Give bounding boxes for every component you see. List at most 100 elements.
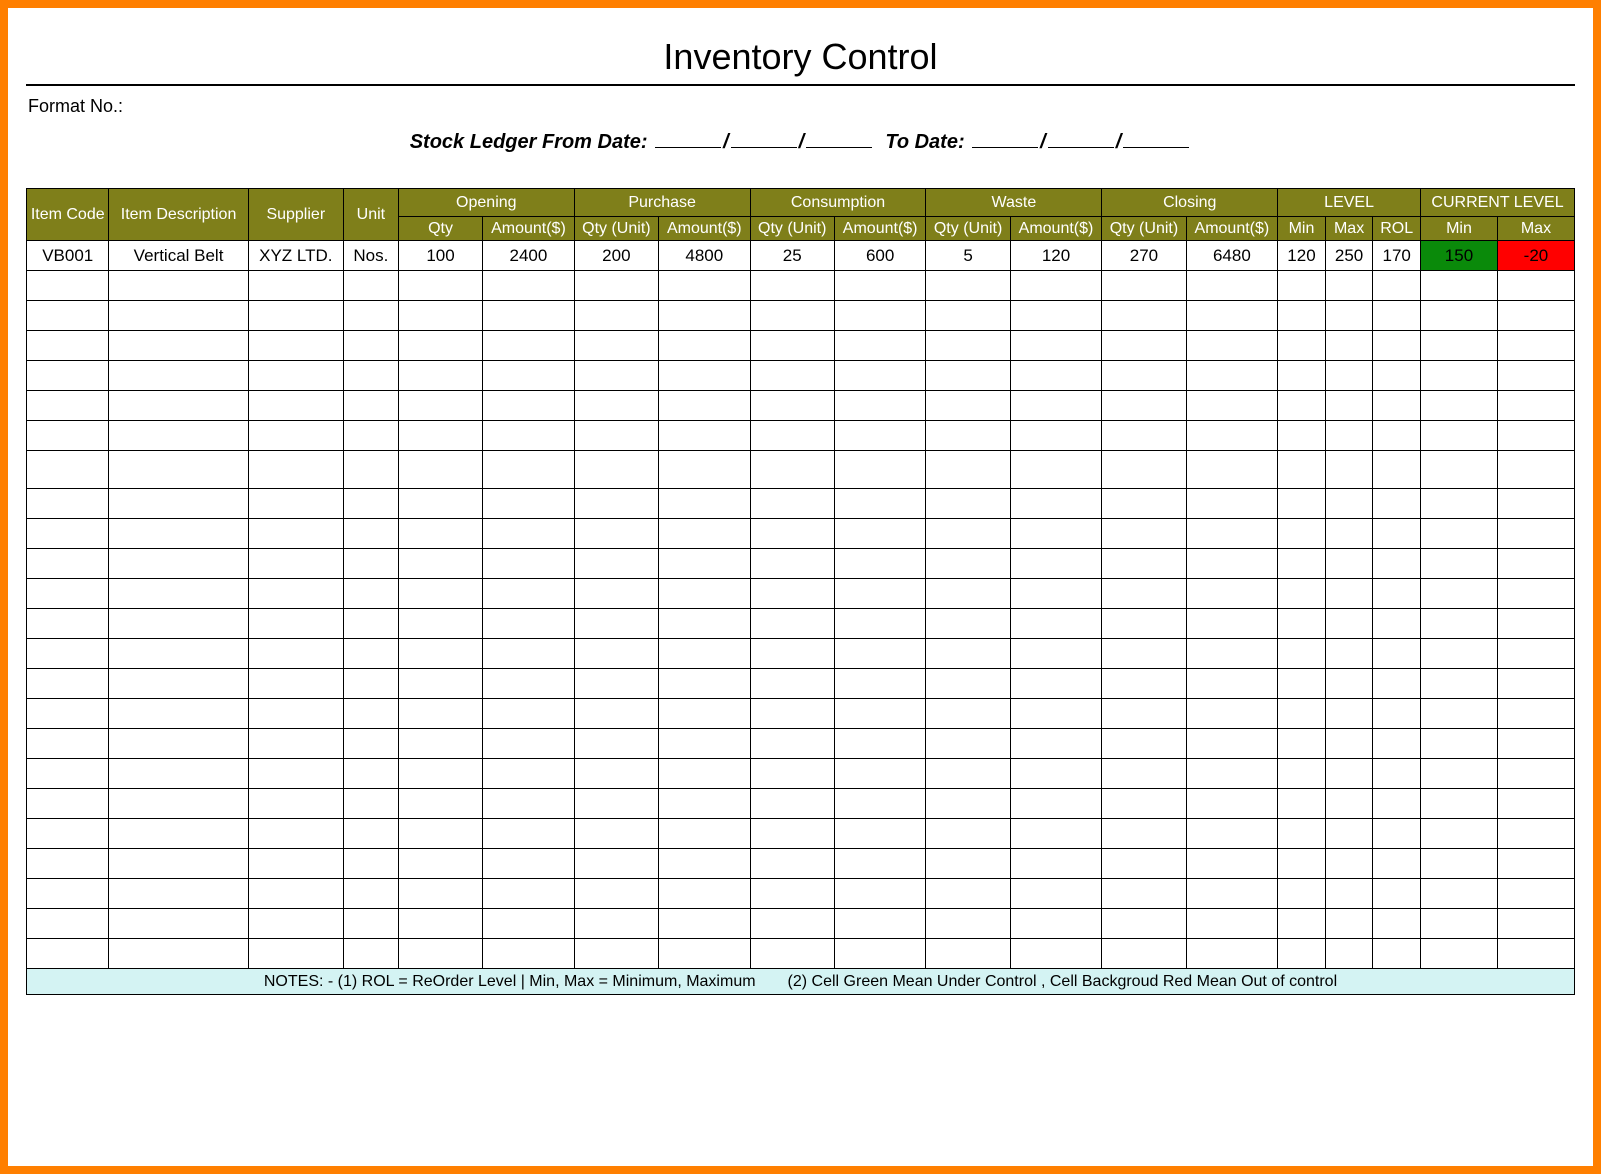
empty-cell[interactable] (1102, 271, 1186, 301)
empty-cell[interactable] (834, 669, 926, 699)
empty-cell[interactable] (483, 699, 575, 729)
empty-cell[interactable] (1421, 391, 1498, 421)
empty-cell[interactable] (27, 699, 109, 729)
empty-cell[interactable] (1186, 519, 1278, 549)
empty-cell[interactable] (109, 489, 248, 519)
empty-cell[interactable] (1325, 301, 1373, 331)
empty-cell[interactable] (398, 519, 482, 549)
empty-cell[interactable] (27, 939, 109, 969)
empty-cell[interactable] (750, 391, 834, 421)
empty-cell[interactable] (750, 819, 834, 849)
empty-cell[interactable] (750, 609, 834, 639)
empty-cell[interactable] (1497, 549, 1574, 579)
empty-cell[interactable] (1102, 759, 1186, 789)
empty-cell[interactable] (398, 331, 482, 361)
empty-cell[interactable] (1325, 421, 1373, 451)
empty-cell[interactable] (1102, 489, 1186, 519)
empty-cell[interactable] (659, 421, 751, 451)
empty-cell[interactable] (750, 271, 834, 301)
empty-cell[interactable] (574, 519, 658, 549)
empty-cell[interactable] (109, 639, 248, 669)
empty-cell[interactable] (926, 361, 1010, 391)
empty-cell[interactable] (343, 729, 398, 759)
empty-cell[interactable] (109, 909, 248, 939)
empty-cell[interactable] (1421, 549, 1498, 579)
empty-cell[interactable] (27, 639, 109, 669)
empty-cell[interactable] (1010, 451, 1102, 489)
empty-cell[interactable] (926, 909, 1010, 939)
empty-cell[interactable] (1497, 301, 1574, 331)
empty-cell[interactable] (248, 489, 343, 519)
empty-cell[interactable] (926, 819, 1010, 849)
empty-cell[interactable] (1102, 361, 1186, 391)
empty-cell[interactable] (398, 819, 482, 849)
empty-cell[interactable] (926, 699, 1010, 729)
empty-cell[interactable] (398, 699, 482, 729)
empty-cell[interactable] (1373, 669, 1421, 699)
empty-cell[interactable] (1186, 849, 1278, 879)
empty-cell[interactable] (659, 609, 751, 639)
empty-cell[interactable] (27, 849, 109, 879)
empty-cell[interactable] (248, 609, 343, 639)
empty-cell[interactable] (926, 549, 1010, 579)
empty-cell[interactable] (1278, 759, 1326, 789)
empty-cell[interactable] (27, 331, 109, 361)
empty-cell[interactable] (343, 519, 398, 549)
empty-cell[interactable] (1102, 849, 1186, 879)
cell-level_max[interactable]: 250 (1325, 241, 1373, 271)
empty-cell[interactable] (343, 759, 398, 789)
empty-cell[interactable] (343, 579, 398, 609)
empty-cell[interactable] (1497, 421, 1574, 451)
empty-cell[interactable] (574, 331, 658, 361)
empty-cell[interactable] (1421, 361, 1498, 391)
empty-cell[interactable] (1325, 361, 1373, 391)
empty-cell[interactable] (1421, 939, 1498, 969)
empty-cell[interactable] (1421, 789, 1498, 819)
empty-cell[interactable] (483, 451, 575, 489)
empty-cell[interactable] (27, 759, 109, 789)
empty-cell[interactable] (27, 489, 109, 519)
empty-cell[interactable] (398, 609, 482, 639)
empty-cell[interactable] (1278, 271, 1326, 301)
empty-cell[interactable] (483, 669, 575, 699)
empty-cell[interactable] (834, 849, 926, 879)
empty-cell[interactable] (109, 271, 248, 301)
empty-cell[interactable] (483, 361, 575, 391)
empty-cell[interactable] (1102, 879, 1186, 909)
empty-cell[interactable] (1373, 489, 1421, 519)
empty-cell[interactable] (1102, 301, 1186, 331)
empty-cell[interactable] (1102, 789, 1186, 819)
cell-level_rol[interactable]: 170 (1373, 241, 1421, 271)
empty-cell[interactable] (248, 729, 343, 759)
empty-cell[interactable] (27, 301, 109, 331)
empty-cell[interactable] (574, 849, 658, 879)
empty-cell[interactable] (109, 301, 248, 331)
cell-purchase_amt[interactable]: 4800 (659, 241, 751, 271)
empty-cell[interactable] (1186, 729, 1278, 759)
empty-cell[interactable] (574, 579, 658, 609)
empty-cell[interactable] (1010, 549, 1102, 579)
empty-cell[interactable] (1102, 391, 1186, 421)
empty-cell[interactable] (109, 819, 248, 849)
empty-cell[interactable] (109, 579, 248, 609)
empty-cell[interactable] (248, 849, 343, 879)
empty-cell[interactable] (109, 361, 248, 391)
empty-cell[interactable] (248, 939, 343, 969)
empty-cell[interactable] (398, 729, 482, 759)
empty-cell[interactable] (109, 729, 248, 759)
empty-cell[interactable] (1373, 699, 1421, 729)
empty-cell[interactable] (574, 549, 658, 579)
empty-cell[interactable] (574, 759, 658, 789)
empty-cell[interactable] (834, 361, 926, 391)
empty-cell[interactable] (248, 391, 343, 421)
empty-cell[interactable] (343, 699, 398, 729)
empty-cell[interactable] (659, 331, 751, 361)
empty-cell[interactable] (1497, 579, 1574, 609)
empty-cell[interactable] (926, 391, 1010, 421)
empty-cell[interactable] (1373, 301, 1421, 331)
empty-cell[interactable] (1186, 759, 1278, 789)
cell-closing_qty[interactable]: 270 (1102, 241, 1186, 271)
empty-cell[interactable] (1325, 699, 1373, 729)
empty-cell[interactable] (1010, 849, 1102, 879)
empty-cell[interactable] (109, 331, 248, 361)
